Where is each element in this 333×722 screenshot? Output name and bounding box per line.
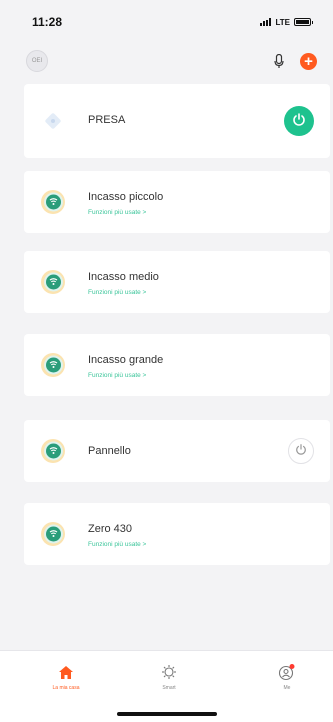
device-name: PRESA	[88, 114, 126, 126]
power-icon	[295, 442, 307, 460]
wifi-device-icon	[40, 352, 66, 378]
power-toggle-off[interactable]	[288, 438, 314, 464]
wifi-device-icon	[40, 521, 66, 547]
tab-label: La mia casa	[52, 685, 80, 691]
device-card-presa[interactable]: PRESA	[24, 84, 330, 158]
status-bar: 11:28 LTE	[0, 0, 333, 44]
device-name: Incasso grande	[88, 354, 164, 366]
device-card-zero-430[interactable]: Zero 430 Funzioni più usate >	[24, 503, 330, 565]
frequent-functions-link[interactable]: Funzioni più usate >	[88, 209, 163, 216]
home-label: OEI	[31, 58, 43, 64]
device-card-incasso-piccolo[interactable]: Incasso piccolo Funzioni più usate >	[24, 171, 330, 233]
tab-label: Smart	[162, 685, 176, 691]
home-selector-avatar[interactable]: OEI	[26, 50, 48, 72]
top-actions: +	[272, 52, 317, 70]
frequent-functions-link[interactable]: Funzioni più usate >	[88, 289, 159, 296]
power-toggle-on[interactable]	[284, 106, 314, 136]
wifi-device-icon	[40, 438, 66, 464]
device-name: Incasso medio	[88, 271, 159, 283]
top-bar: OEI +	[0, 46, 333, 76]
microphone-icon[interactable]	[272, 52, 286, 70]
network-label: LTE	[275, 17, 290, 27]
home-indicator	[117, 712, 217, 716]
device-card-incasso-medio[interactable]: Incasso medio Funzioni più usate >	[24, 251, 330, 313]
tab-smart[interactable]: Smart	[139, 663, 199, 691]
wifi-device-icon	[40, 269, 66, 295]
status-indicators: LTE	[260, 17, 313, 27]
signal-icon	[260, 18, 272, 26]
battery-icon	[294, 18, 313, 26]
frequent-functions-link[interactable]: Funzioni più usate >	[88, 372, 163, 379]
phone-screen: 11:28 LTE OEI + PRESA Incasso piccolo Fu…	[0, 0, 333, 722]
profile-icon	[257, 663, 317, 681]
frequent-functions-link[interactable]: Funzioni più usate >	[88, 541, 146, 548]
wifi-device-icon	[40, 189, 66, 215]
device-card-pannello[interactable]: Pannello	[24, 420, 330, 482]
smart-icon	[139, 663, 199, 681]
device-name: Incasso piccolo	[88, 191, 164, 203]
device-card-incasso-grande[interactable]: Incasso grande Funzioni più usate >	[24, 334, 330, 396]
device-name: Pannello	[88, 445, 131, 457]
tab-label: Me	[283, 685, 291, 691]
home-icon	[36, 663, 96, 681]
device-name: Zero 430	[88, 523, 133, 535]
tab-home[interactable]: La mia casa	[36, 663, 96, 691]
power-icon	[292, 112, 306, 131]
add-device-button[interactable]: +	[300, 52, 317, 70]
status-time: 11:28	[32, 15, 63, 29]
socket-device-icon	[40, 108, 66, 134]
tab-me[interactable]: Me	[257, 663, 317, 691]
